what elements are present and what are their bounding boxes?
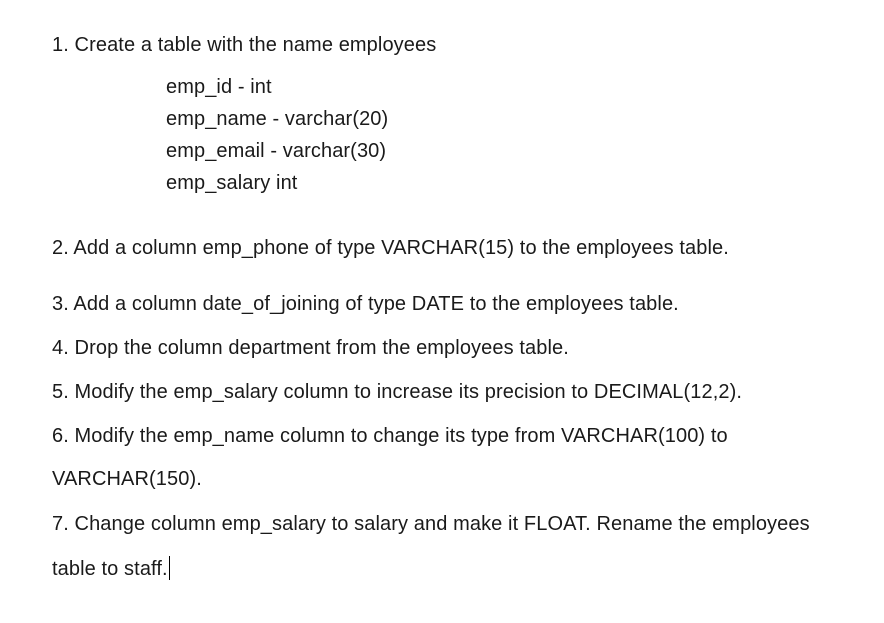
column-emp-id: emp_id - int (166, 76, 272, 98)
task-6-text: 6. Modify the emp_name column to change … (52, 425, 728, 447)
task-2-text: 2. Add a column emp_phone of type VARCHA… (52, 237, 729, 259)
task-3-text: 3. Add a column date_of_joining of type … (52, 293, 679, 315)
column-emp-email: emp_email - varchar(30) (166, 140, 387, 162)
task-5-text: 5. Modify the emp_salary column to incre… (52, 381, 743, 403)
document-page[interactable]: 1. Create a table with the name employee… (0, 0, 884, 623)
task-7-continuation: table to staff. (52, 558, 168, 580)
task-4-text: 4. Drop the column department from the e… (52, 337, 569, 359)
task-6-continuation: VARCHAR(150). (52, 468, 202, 490)
column-emp-name: emp_name - varchar(20) (166, 108, 389, 130)
text-cursor (168, 556, 170, 580)
column-emp-salary: emp_salary int (166, 172, 298, 194)
task-7-text: 7. Change column emp_salary to salary an… (52, 513, 810, 535)
task-7-continuation-line: table to staff. (52, 556, 170, 581)
task-1-text: 1. Create a table with the name employee… (52, 34, 437, 56)
